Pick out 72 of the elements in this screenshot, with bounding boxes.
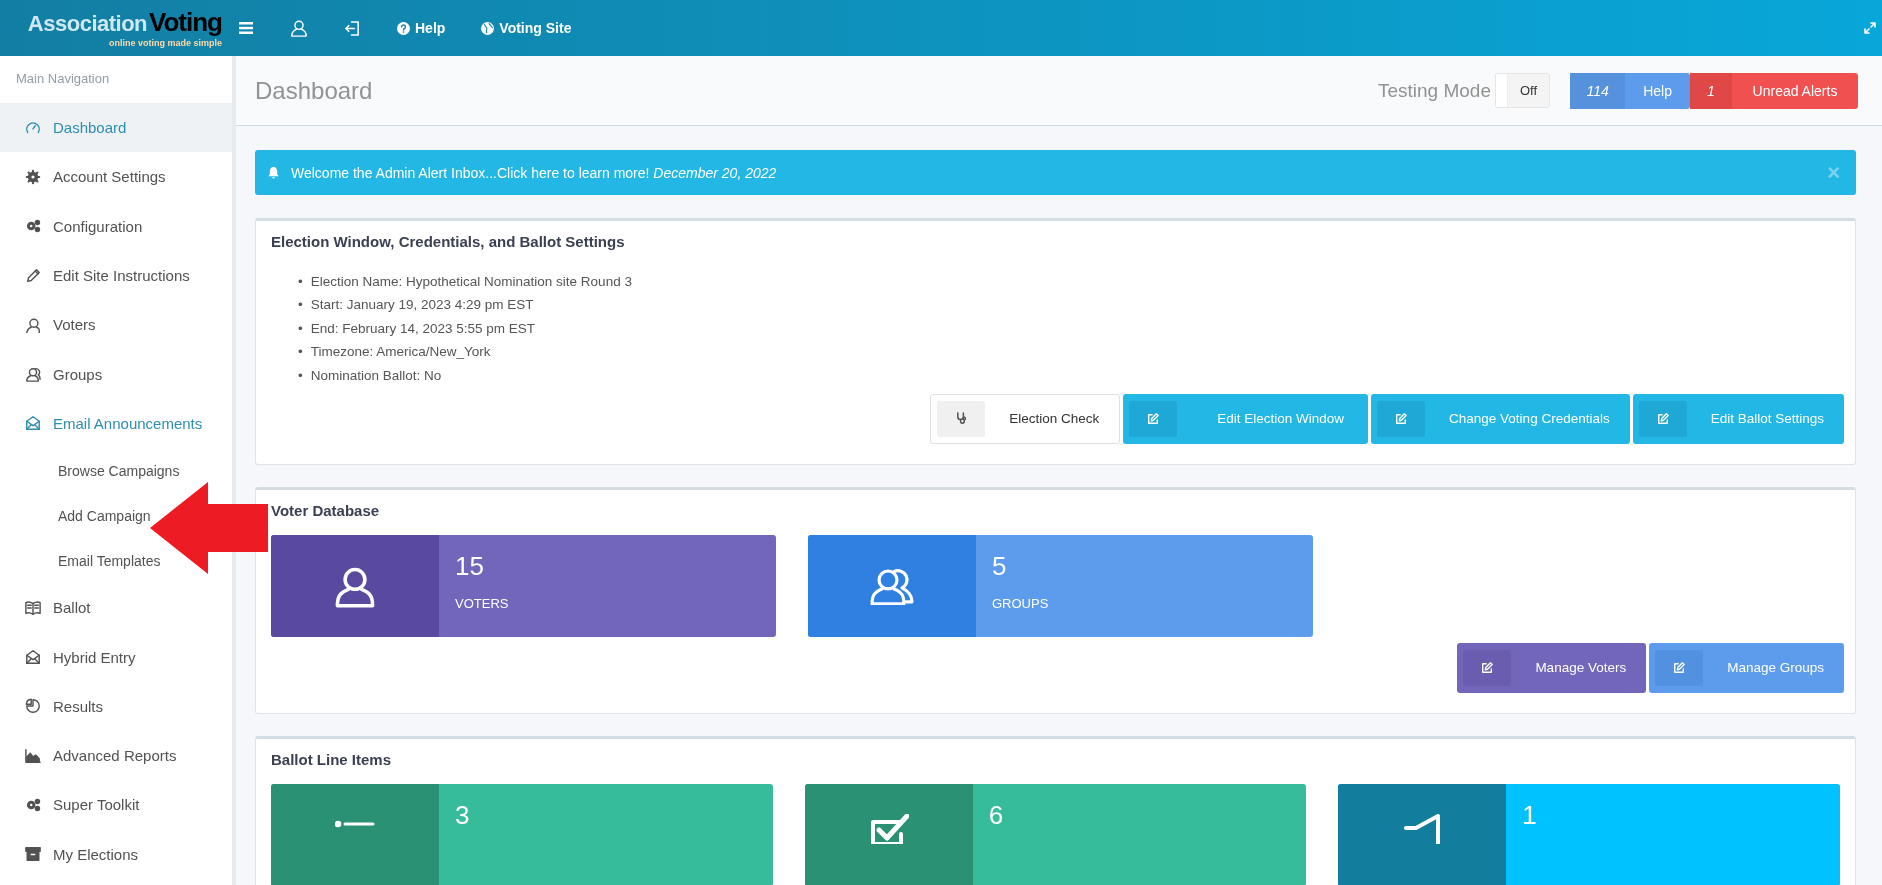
- sidebar-item[interactable]: Email Announcements: [0, 398, 232, 449]
- area-chart-icon: [25, 747, 41, 764]
- action-button[interactable]: Manage Voters: [1457, 642, 1647, 693]
- sidebar-item[interactable]: Configuration: [0, 201, 232, 251]
- stat-value: 1: [1522, 799, 1538, 831]
- stat-value: 6: [988, 799, 1005, 831]
- bell-icon: [267, 166, 280, 179]
- action-button[interactable]: Election Check: [930, 393, 1121, 444]
- gears-icon: [25, 796, 41, 813]
- edit-icon: [1656, 412, 1669, 425]
- page-title: Dashboard: [255, 76, 373, 105]
- sidebar-heading: Main Navigation: [15, 70, 111, 88]
- sidebar-item[interactable]: My Elections: [0, 829, 232, 879]
- envelope-icon: [25, 649, 41, 665]
- globe-icon: [481, 21, 495, 35]
- list-bullet: •: [298, 343, 303, 362]
- edit-icon: [1395, 412, 1408, 425]
- list-bullet: •: [298, 366, 303, 385]
- archive-icon: [25, 846, 41, 863]
- detail-item: Start: January 19, 2023 4:29 pm EST: [310, 296, 534, 315]
- edit-icon: [1147, 412, 1160, 425]
- sidebar-item[interactable]: Hybrid Entry: [0, 632, 232, 682]
- list-bullet: •: [298, 319, 303, 338]
- sidebar-item[interactable]: Ballot: [0, 583, 232, 633]
- sidebar-item[interactable]: Groups: [0, 349, 232, 399]
- stat-value: 3: [455, 799, 471, 831]
- envelope-icon: [25, 415, 41, 432]
- detail-item: End: February 14, 2023 5:55 pm EST: [310, 319, 536, 338]
- testing-mode-label: Testing Mode: [1378, 79, 1491, 102]
- pencil-icon: [25, 267, 41, 284]
- stat-value: 15: [455, 550, 485, 582]
- help-icon: [397, 21, 410, 35]
- detail-item: Election Name: Hypothetical Nomination site Round 3: [310, 272, 632, 291]
- sidebar-subitem[interactable]: Browse Campaigns: [58, 448, 180, 494]
- panel-title: Election Window, Credentials, and Ballot Settings: [270, 232, 626, 252]
- sidebar-item[interactable]: Results: [0, 681, 232, 731]
- sidebar-item[interactable]: Voters: [0, 300, 232, 350]
- checkbox-icon: [868, 813, 909, 844]
- detail-item: Timezone: America/New_York: [310, 343, 491, 362]
- user-icon: [25, 316, 41, 333]
- panel-title: Voter Database: [270, 500, 381, 521]
- gears-icon: [25, 218, 41, 235]
- unread-alerts-button[interactable]: 1 Unread Alerts: [1690, 72, 1858, 109]
- logout-icon: [344, 19, 361, 37]
- expand-icon: [1864, 22, 1876, 34]
- gear-icon: [25, 168, 41, 185]
- users-icon: [25, 366, 41, 383]
- sidebar-subitem[interactable]: Add Campaign: [58, 493, 151, 539]
- testing-mode-toggle[interactable]: Off: [1495, 73, 1550, 108]
- user-icon: [290, 19, 308, 37]
- sidebar-subitem[interactable]: Email Templates: [58, 538, 161, 584]
- help-link[interactable]: Help: [395, 16, 448, 40]
- stat-value: 5: [992, 550, 1008, 582]
- stat-label: VOTERS: [455, 595, 510, 611]
- list-bullet: •: [298, 272, 303, 291]
- stethoscope-icon: [954, 412, 968, 425]
- edit-icon: [1481, 661, 1494, 674]
- edit-icon: [1673, 661, 1686, 674]
- gauge-icon: [25, 119, 41, 136]
- menu-icon: [238, 21, 254, 35]
- voting-site-link[interactable]: Voting Site: [479, 16, 574, 40]
- book-icon: [25, 599, 41, 616]
- sidebar-item[interactable]: Super Toolkit: [0, 780, 232, 830]
- list-bullet: •: [298, 296, 303, 315]
- logo: AssociationVoting online voting made simple: [26, 6, 223, 50]
- panel-title: Ballot Line Items: [270, 749, 393, 770]
- sidebar-item[interactable]: Advanced Reports: [0, 730, 232, 781]
- stat-label: GROUPS: [992, 595, 1050, 611]
- detail-item: Nomination Ballot: No: [310, 366, 442, 385]
- sidebar-item[interactable]: Edit Site Instructions: [0, 250, 232, 301]
- pie-chart-icon: [25, 698, 41, 715]
- sidebar-item[interactable]: Account Settings: [0, 152, 232, 202]
